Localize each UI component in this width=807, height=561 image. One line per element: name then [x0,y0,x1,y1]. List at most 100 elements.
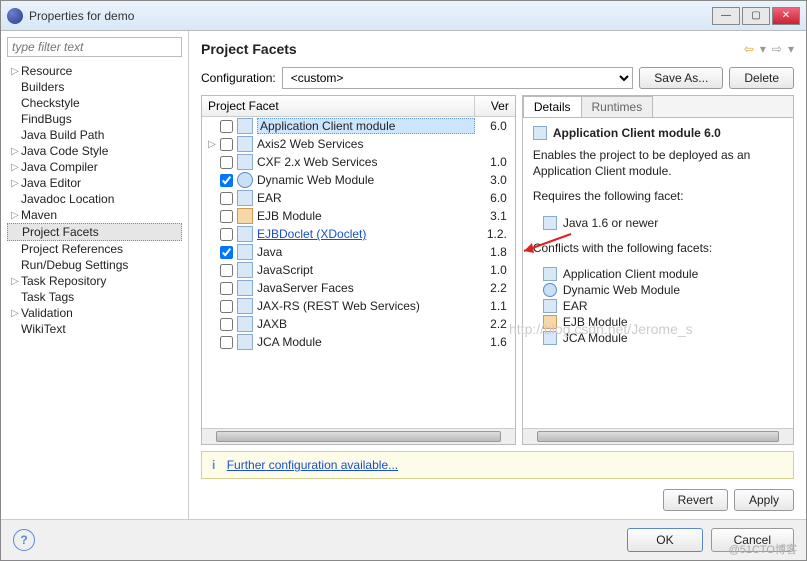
facet-checkbox[interactable] [220,228,233,241]
facet-row[interactable]: ▷Axis2 Web Services [202,135,515,153]
col-version[interactable]: Ver [475,96,515,116]
nav-item-maven[interactable]: ▷Maven [7,207,182,223]
filter-input[interactable] [7,37,182,57]
info-bar: i Further configuration available... [201,451,794,479]
facet-checkbox[interactable] [220,174,233,187]
facet-version: 1.6 [475,335,511,349]
nav-item-run-debug-settings[interactable]: Run/Debug Settings [7,257,182,273]
doc-icon [237,280,253,296]
config-select[interactable]: <custom> [282,67,634,89]
hscrollbar-right[interactable] [523,428,793,444]
tab-details[interactable]: Details [523,96,582,117]
minimize-button[interactable]: — [712,7,740,25]
nav-label: Project Facets [22,225,99,239]
doc-icon [237,154,253,170]
apply-button[interactable]: Apply [734,489,794,511]
facet-row[interactable]: Dynamic Web Module3.0 [202,171,515,189]
nav-item-java-build-path[interactable]: Java Build Path [7,127,182,143]
facet-name: EJB Module [257,209,475,223]
facet-row[interactable]: EJB Module3.1 [202,207,515,225]
facet-checkbox[interactable] [220,156,233,169]
nav-label: Java Editor [21,176,81,190]
facet-checkbox[interactable] [220,138,233,151]
nav-item-builders[interactable]: Builders [7,79,182,95]
nav-label: Builders [21,80,64,94]
facet-row[interactable]: EAR6.0 [202,189,515,207]
web-icon [237,172,253,188]
nav-label: Project References [21,242,123,256]
nav-item-java-editor[interactable]: ▷Java Editor [7,175,182,191]
facet-name: CXF 2.x Web Services [257,155,475,169]
list-item: JCA Module [533,330,783,346]
cancel-button[interactable]: Cancel [711,528,794,552]
facet-row[interactable]: Application Client module6.0 [202,117,515,135]
facet-version: 1.1 [475,299,511,313]
doc-icon [237,334,253,350]
facet-row[interactable]: EJBDoclet (XDoclet)1.2. [202,225,515,243]
nav-tree[interactable]: ▷ResourceBuildersCheckstyleFindBugsJava … [7,63,182,513]
facet-version: 2.2 [475,317,511,331]
nav-item-java-compiler[interactable]: ▷Java Compiler [7,159,182,175]
facet-row[interactable]: JAXB2.2 [202,315,515,333]
nav-item-task-repository[interactable]: ▷Task Repository [7,273,182,289]
list-item: Java 1.6 or newer [533,215,783,231]
further-config-link[interactable]: Further configuration available... [227,458,398,472]
delete-button[interactable]: Delete [729,67,794,89]
requires-heading: Requires the following facet: [533,189,783,205]
facet-checkbox[interactable] [220,336,233,349]
doc-icon [543,216,557,230]
doc-icon [543,267,557,281]
revert-button[interactable]: Revert [663,489,728,511]
facet-checkbox[interactable] [220,120,233,133]
facet-checkbox[interactable] [220,210,233,223]
doc-icon [237,190,253,206]
close-button[interactable]: ✕ [772,7,800,25]
help-button[interactable]: ? [13,529,35,551]
forward-icon[interactable]: ⇨ [772,42,782,56]
nav-item-java-code-style[interactable]: ▷Java Code Style [7,143,182,159]
maximize-button[interactable]: ▢ [742,7,770,25]
facet-row[interactable]: CXF 2.x Web Services1.0 [202,153,515,171]
facet-checkbox[interactable] [220,300,233,313]
back-menu-icon[interactable]: ▾ [760,42,766,56]
facet-version: 2.2 [475,281,511,295]
detail-title: Application Client module 6.0 [553,126,721,140]
hscrollbar[interactable] [202,428,515,444]
nav-label: WikiText [21,322,66,336]
facet-checkbox[interactable] [220,264,233,277]
ok-button[interactable]: OK [627,528,702,552]
facet-checkbox[interactable] [220,192,233,205]
nav-label: Java Compiler [21,160,98,174]
nav-item-project-facets[interactable]: Project Facets [7,223,182,241]
facet-checkbox[interactable] [220,318,233,331]
nav-item-checkstyle[interactable]: Checkstyle [7,95,182,111]
save-as-button[interactable]: Save As... [639,67,723,89]
table-header: Project Facet Ver [202,96,515,117]
nav-item-wikitext[interactable]: WikiText [7,321,182,337]
facet-row[interactable]: JAX-RS (REST Web Services)1.1 [202,297,515,315]
facet-checkbox[interactable] [220,246,233,259]
nav-item-task-tags[interactable]: Task Tags [7,289,182,305]
nav-item-findbugs[interactable]: FindBugs [7,111,182,127]
nav-item-resource[interactable]: ▷Resource [7,63,182,79]
nav-item-javadoc-location[interactable]: Javadoc Location [7,191,182,207]
forward-menu-icon[interactable]: ▾ [788,42,794,56]
nav-item-project-references[interactable]: Project References [7,241,182,257]
facet-row[interactable]: JCA Module1.6 [202,333,515,351]
facet-row[interactable]: JavaScript1.0 [202,261,515,279]
nav-label: FindBugs [21,112,72,126]
doc-icon [543,299,557,313]
nav-label: Task Repository [21,274,106,288]
facet-row[interactable]: Java1.8 [202,243,515,261]
facet-checkbox[interactable] [220,282,233,295]
tab-runtimes[interactable]: Runtimes [581,96,654,117]
col-facet[interactable]: Project Facet [202,96,475,116]
ejb-icon [237,208,253,224]
facet-row[interactable]: JavaServer Faces2.2 [202,279,515,297]
back-icon[interactable]: ⇦ [744,42,754,56]
doc-icon [237,244,253,260]
nav-item-validation[interactable]: ▷Validation [7,305,182,321]
nav-label: Task Tags [21,290,74,304]
detail-desc: Enables the project to be deployed as an… [533,148,783,179]
facet-version: 1.0 [475,263,511,277]
